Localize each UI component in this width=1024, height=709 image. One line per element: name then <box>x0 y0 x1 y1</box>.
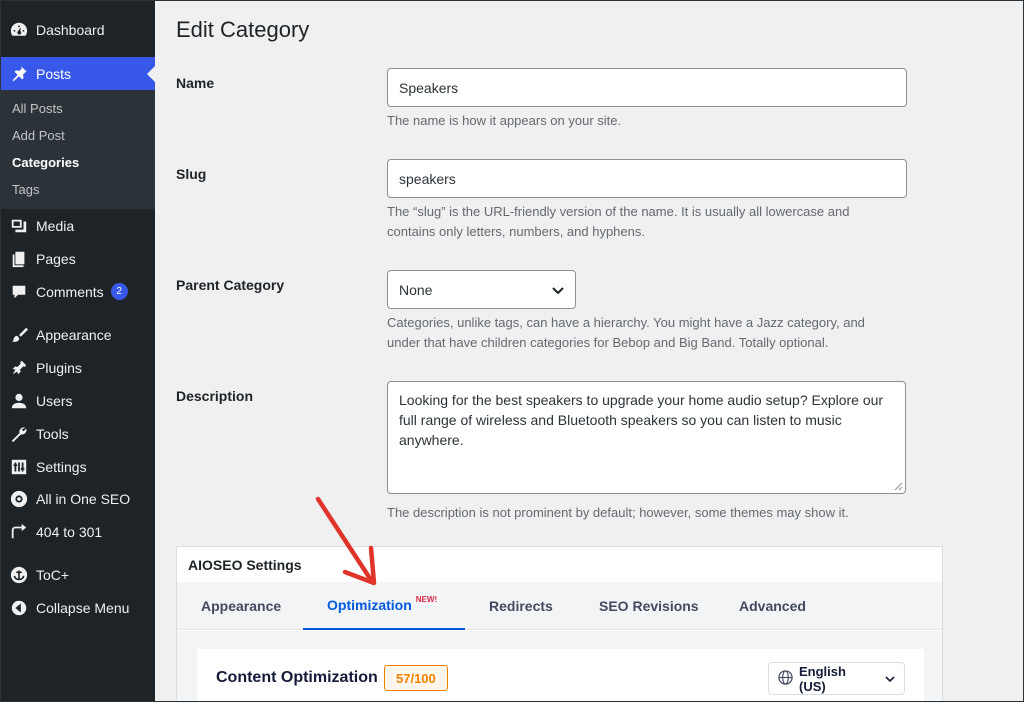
menu-label: Appearance <box>36 326 112 343</box>
name-label: Name <box>176 75 215 91</box>
comments-count-badge: 2 <box>110 283 128 300</box>
menu-label: 404 to 301 <box>36 523 103 540</box>
tab-label: Optimization <box>327 597 412 613</box>
collapse-icon <box>0 599 36 617</box>
comment-icon <box>0 283 36 301</box>
globe-icon <box>778 669 793 688</box>
dashboard-icon <box>0 21 36 39</box>
brush-icon <box>0 326 36 344</box>
submenu-tags[interactable]: Tags <box>12 182 39 197</box>
parent-category-select[interactable]: None <box>387 270 576 309</box>
main-content: Edit Category Name Speakers The name is … <box>155 0 1024 709</box>
description-value: Looking for the best speakers to upgrade… <box>399 392 884 448</box>
submenu-categories[interactable]: Categories <box>12 155 79 170</box>
wrench-icon <box>0 425 36 443</box>
menu-label: All in One SEO <box>36 490 131 507</box>
parent-category-help: Categories, unlike tags, can have a hier… <box>387 313 947 353</box>
menu-label: Comments <box>36 283 104 300</box>
resize-grip-icon[interactable] <box>894 482 903 491</box>
menu-posts[interactable]: Posts <box>0 57 155 90</box>
tab-label: Appearance <box>201 598 282 614</box>
new-badge: NEW! <box>415 594 438 604</box>
slug-input-value: speakers <box>399 170 456 187</box>
aioseo-tab-body: Content Optimization 57/100 English (US) <box>177 631 942 709</box>
tab-redirects[interactable]: Redirects <box>489 582 553 630</box>
page-title: Edit Category <box>176 17 310 42</box>
pin-icon <box>0 65 36 83</box>
menu-collapse[interactable]: Collapse Menu <box>0 591 155 624</box>
menu-label: ToC+ <box>36 566 70 583</box>
admin-sidebar: Dashboard Posts All Posts Add Post Categ… <box>0 0 155 702</box>
menu-label: Pages <box>36 250 76 267</box>
menu-label: Plugins <box>36 359 82 376</box>
menu-label: Dashboard <box>36 21 105 38</box>
name-input[interactable]: Speakers <box>387 68 907 107</box>
description-label: Description <box>176 388 254 404</box>
tab-optimization[interactable]: Optimization NEW! <box>303 582 465 630</box>
name-help: The name is how it appears on your site. <box>387 113 622 128</box>
redirect-icon <box>0 523 36 541</box>
posts-submenu: All Posts Add Post Categories Tags <box>0 90 155 209</box>
sliders-icon <box>0 458 36 476</box>
menu-dashboard[interactable]: Dashboard <box>0 13 155 46</box>
menu-comments[interactable]: Comments 2 <box>0 275 155 308</box>
aioseo-settings-panel: AIOSEO Settings Appearance Optimization … <box>176 546 943 709</box>
menu-pages[interactable]: Pages <box>0 242 155 275</box>
aioseo-header: AIOSEO Settings <box>188 556 302 573</box>
content-optimization-title: Content Optimization <box>216 669 378 686</box>
tab-appearance[interactable]: Appearance <box>201 582 281 630</box>
pages-icon <box>0 250 36 268</box>
parent-help-line-2: under that have children categories for … <box>387 335 829 350</box>
menu-tools[interactable]: Tools <box>0 417 155 450</box>
tab-label: SEO Revisions <box>599 598 699 614</box>
description-help: The description is not prominent by defa… <box>387 505 849 520</box>
menu-label: Posts <box>36 65 72 82</box>
score-badge: 57/100 <box>384 665 448 691</box>
menu-toc-plus[interactable]: ToC+ <box>0 558 155 591</box>
plug-icon <box>0 359 36 377</box>
menu-label: Collapse Menu <box>36 599 130 616</box>
tab-label: Redirects <box>489 598 553 614</box>
tab-label: Advanced <box>739 598 806 614</box>
menu-404-to-301[interactable]: 404 to 301 <box>0 515 155 548</box>
menu-label: Users <box>36 392 73 409</box>
menu-plugins[interactable]: Plugins <box>0 351 155 384</box>
menu-settings[interactable]: Settings <box>0 450 155 483</box>
description-textarea[interactable]: Looking for the best speakers to upgrade… <box>387 381 906 494</box>
slug-help-line-1: The “slug” is the URL-friendly version o… <box>387 204 850 219</box>
anchor-icon <box>0 566 36 584</box>
slug-help-line-2: contains only letters, numbers, and hyph… <box>387 224 645 239</box>
media-icon <box>0 217 36 235</box>
name-input-value: Speakers <box>399 79 459 96</box>
slug-label: Slug <box>176 166 207 182</box>
slug-help: The “slug” is the URL-friendly version o… <box>387 202 947 242</box>
slug-input[interactable]: speakers <box>387 159 907 198</box>
parent-help-line-1: Categories, unlike tags, can have a hier… <box>387 315 865 330</box>
submenu-add-post[interactable]: Add Post <box>12 128 65 143</box>
parent-category-value: None <box>399 281 433 298</box>
parent-category-label: Parent Category <box>176 277 285 293</box>
menu-label: Settings <box>36 458 87 475</box>
menu-label: Tools <box>36 425 69 442</box>
chevron-down-icon <box>885 671 895 686</box>
menu-media[interactable]: Media <box>0 209 155 242</box>
aioseo-icon <box>0 490 36 508</box>
menu-users[interactable]: Users <box>0 384 155 417</box>
submenu-all-posts[interactable]: All Posts <box>12 101 63 116</box>
menu-label: Media <box>36 217 75 234</box>
menu-appearance[interactable]: Appearance <box>0 318 155 351</box>
chevron-down-icon <box>552 282 564 298</box>
user-icon <box>0 392 36 410</box>
tab-advanced[interactable]: Advanced <box>739 582 806 630</box>
aioseo-tabs: Appearance Optimization NEW! Redirects S… <box>177 582 942 630</box>
menu-all-in-one-seo[interactable]: All in One SEO <box>0 482 155 515</box>
tab-seo-revisions[interactable]: SEO Revisions <box>599 582 699 630</box>
language-select[interactable]: English (US) <box>768 662 905 695</box>
language-value: English (US) <box>799 663 846 694</box>
content-optimization-card: Content Optimization 57/100 English (US) <box>197 649 924 709</box>
